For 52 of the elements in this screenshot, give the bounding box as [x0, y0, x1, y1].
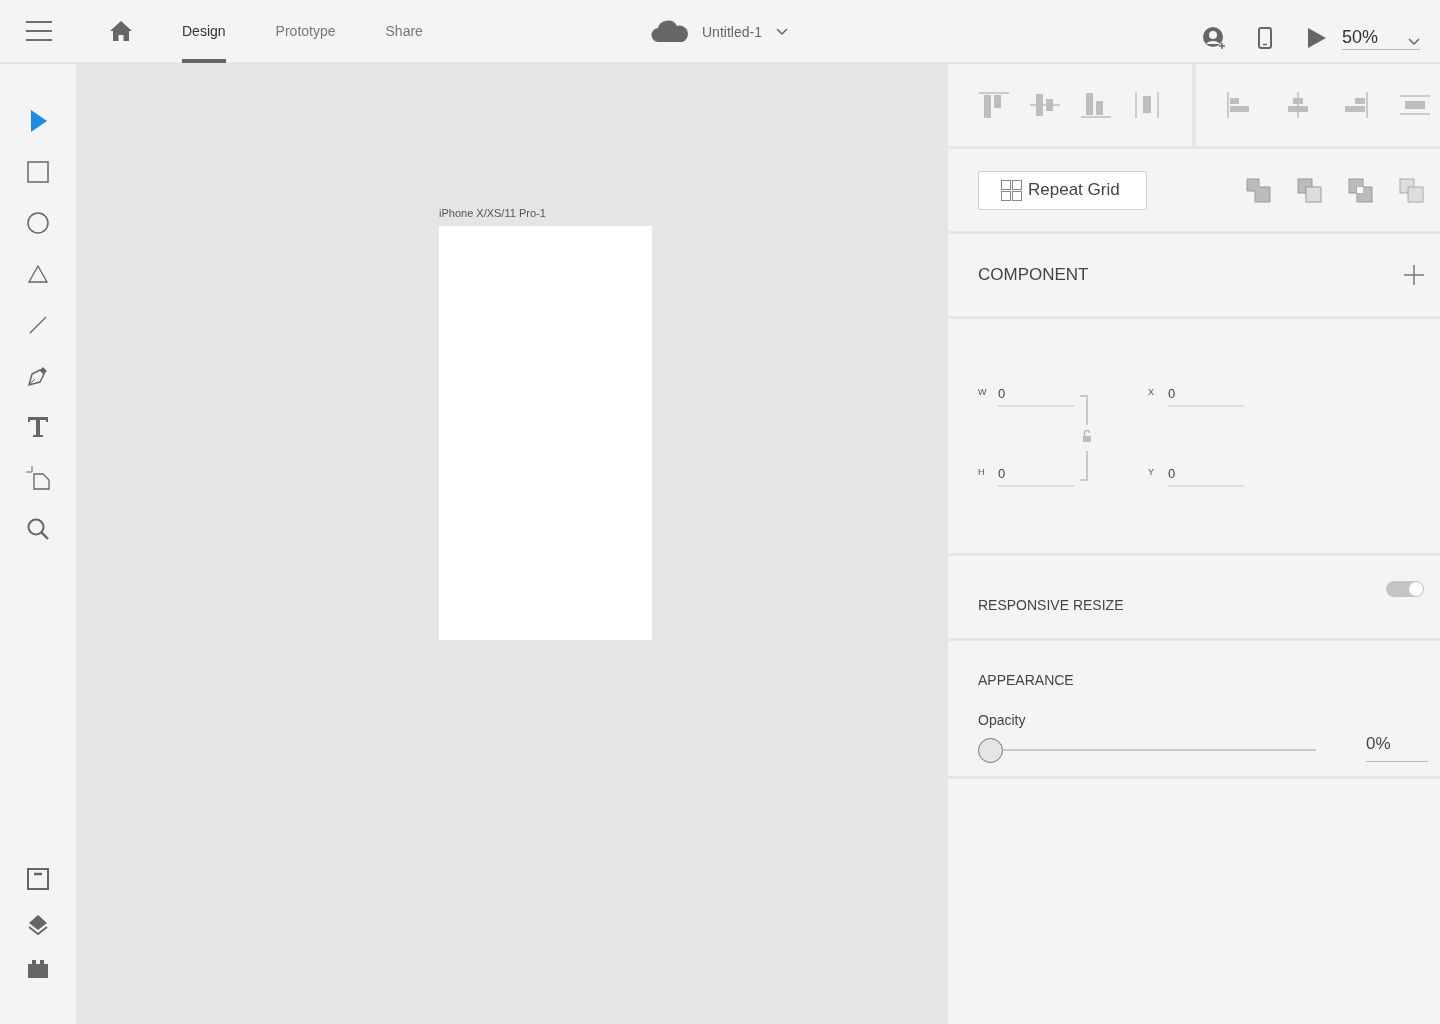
- input-field[interactable]: 0: [1168, 385, 1244, 407]
- tab[interactable]: Prototype: [275, 0, 336, 63]
- exclude-overlap-icon[interactable]: [1399, 177, 1424, 203]
- field-label: Y: [1148, 466, 1155, 478]
- plugin-block-icon[interactable]: [27, 960, 49, 978]
- toggle-switch[interactable]: [1386, 581, 1424, 597]
- text-icon[interactable]: [27, 416, 49, 438]
- field-label: X: [1148, 386, 1155, 398]
- search-icon[interactable]: [27, 518, 49, 540]
- triangle-icon[interactable]: [28, 265, 48, 283]
- menu-icon[interactable]: [26, 20, 52, 42]
- align-middle-icon[interactable]: [1029, 92, 1060, 118]
- phone-icon[interactable]: [1258, 27, 1272, 49]
- home-icon[interactable]: [110, 21, 132, 41]
- tab[interactable]: Share: [385, 0, 423, 63]
- input-field[interactable]: 0: [1168, 465, 1244, 487]
- add-user-icon[interactable]: [1202, 26, 1226, 50]
- line-icon[interactable]: [29, 316, 47, 334]
- opacity-slider[interactable]: [978, 737, 1316, 764]
- section-title: APPEARANCE: [978, 671, 1075, 689]
- artboard-icon[interactable]: [26, 466, 50, 490]
- align-bottom-icon[interactable]: [1080, 92, 1111, 118]
- layers-icon[interactable]: [27, 914, 49, 936]
- zoom-dropdown[interactable]: 50%: [1342, 26, 1420, 50]
- input-field[interactable]: 0: [998, 465, 1074, 487]
- chevron-down-icon[interactable]: [775, 27, 788, 36]
- input-field[interactable]: 0: [998, 385, 1074, 407]
- section-title: RESPONSIVE RESIZE: [978, 595, 1124, 615]
- artboard-label[interactable]: iPhone X/XS/11 Pro-1: [439, 206, 652, 220]
- ellipse-icon[interactable]: [27, 212, 49, 234]
- opacity-input[interactable]: 0%: [1366, 731, 1428, 762]
- align-top-icon[interactable]: [978, 92, 1009, 118]
- section-title: COMPONENT: [978, 264, 1089, 287]
- document-title[interactable]: Untitled-1: [702, 22, 762, 43]
- rectangle-icon[interactable]: [27, 161, 49, 183]
- opacity-label: Opacity: [978, 711, 1027, 729]
- union-icon[interactable]: [1246, 177, 1271, 203]
- grid-icon: [1001, 179, 1022, 201]
- panel-icon[interactable]: [27, 868, 49, 890]
- intersect-icon[interactable]: [1348, 177, 1373, 203]
- distribute-vertical-icon[interactable]: [1399, 92, 1430, 118]
- subtract-icon[interactable]: [1297, 177, 1322, 203]
- play-icon[interactable]: [1308, 28, 1326, 48]
- cloud-icon[interactable]: [651, 19, 689, 42]
- repeat-grid-button[interactable]: Repeat Grid: [978, 170, 1147, 210]
- slider-thumb[interactable]: [978, 737, 1003, 763]
- field-label: W: [978, 386, 988, 398]
- field-label: H: [978, 466, 986, 478]
- add-icon[interactable]: [1404, 265, 1424, 285]
- select-arrow-icon[interactable]: [29, 110, 47, 132]
- chevron-down-icon: [1408, 38, 1420, 46]
- pen-icon[interactable]: [27, 365, 49, 387]
